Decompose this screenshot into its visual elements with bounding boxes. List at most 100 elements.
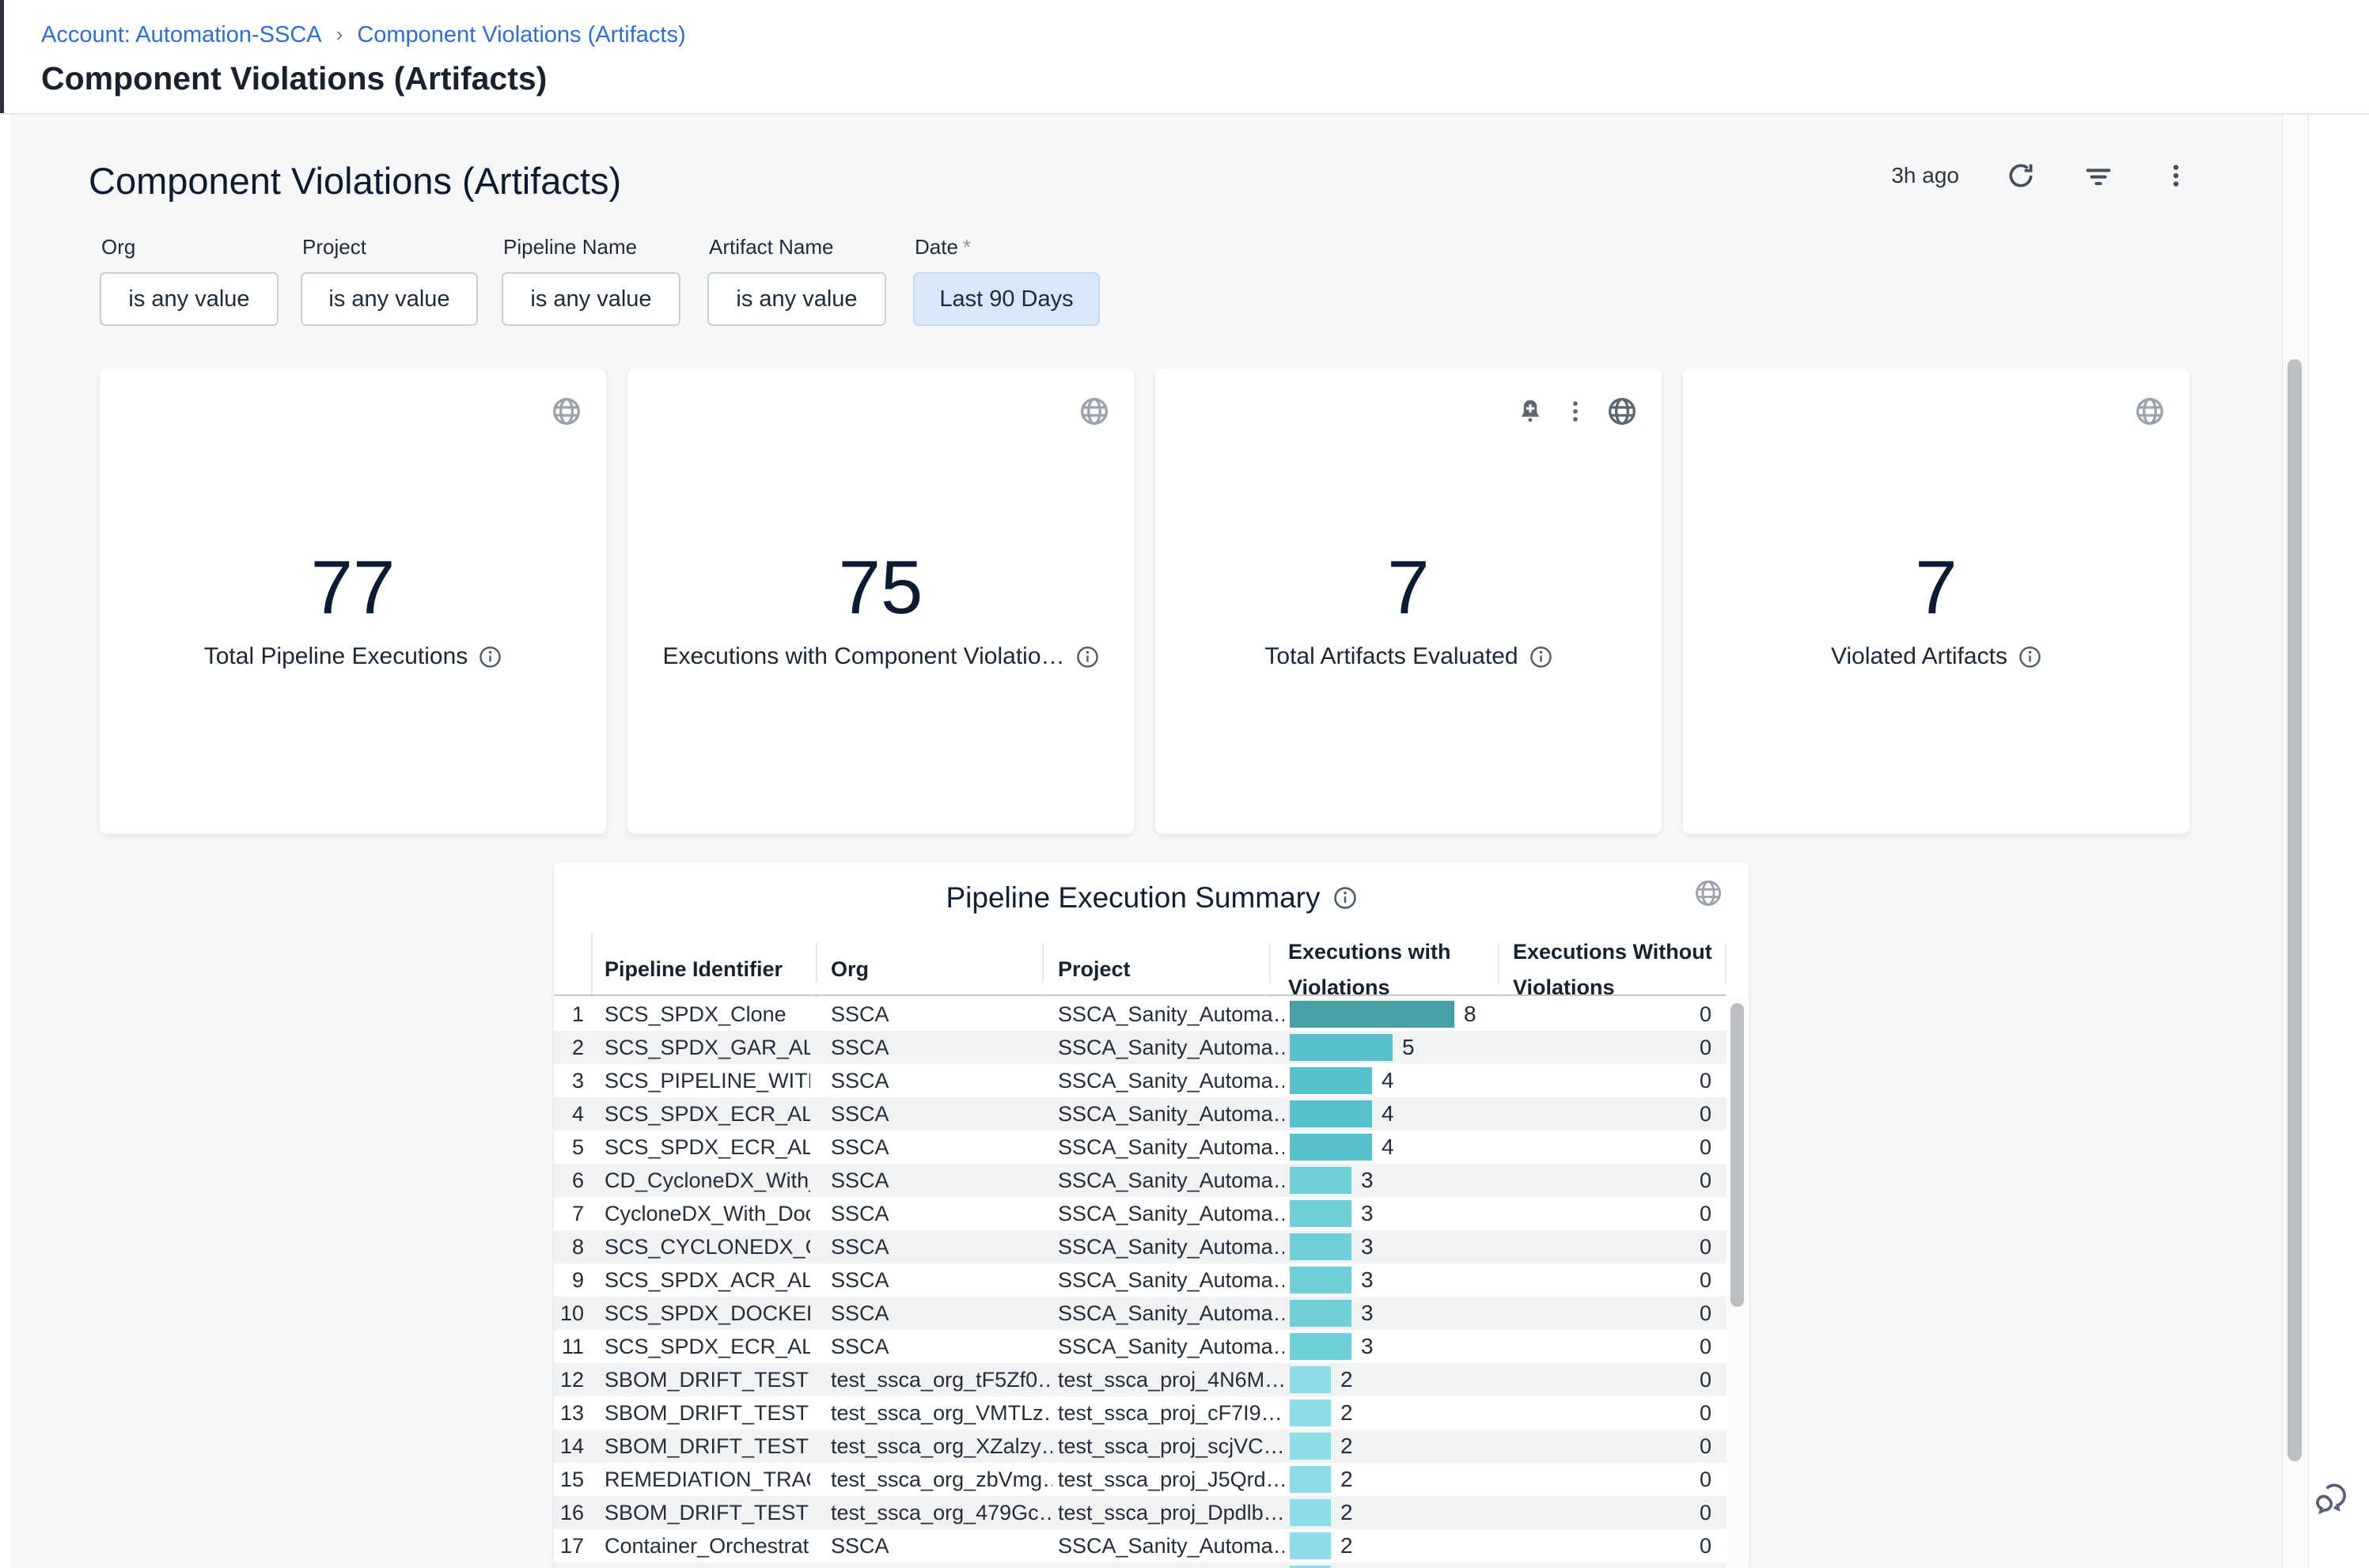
last-refreshed-label: 3h ago xyxy=(1891,163,1959,188)
table-row[interactable]: 1SCS_SPDX_CloneSSCASSCA_Sanity_Automa…08 xyxy=(554,998,1727,1031)
violations-bar[interactable] xyxy=(1290,1267,1351,1293)
globe-icon[interactable] xyxy=(1078,396,1110,427)
violations-bar[interactable] xyxy=(1290,1167,1351,1194)
cell-org: SSCA xyxy=(831,1297,1052,1330)
globe-icon[interactable] xyxy=(1693,878,1723,908)
table-row[interactable] xyxy=(554,1562,1727,1568)
table-row[interactable]: 10SCS_SPDX_DOCKER_…SSCASSCA_Sanity_Autom… xyxy=(554,1297,1727,1330)
violations-bar[interactable] xyxy=(1290,1433,1331,1460)
col-header-org[interactable]: Org xyxy=(831,952,869,987)
violations-value: 8 xyxy=(1464,998,1476,1031)
table-title: Pipeline Execution Summary xyxy=(946,881,1321,915)
table-row[interactable]: 14SBOM_DRIFT_TESTtest_ssca_org_XZalzy…te… xyxy=(554,1430,1727,1463)
refresh-icon[interactable] xyxy=(2005,160,2037,191)
cell-executions-without-violations: 0 xyxy=(1543,1297,1711,1330)
cell-org: SSCA xyxy=(831,1031,1052,1064)
col-header-pipeline-identifier[interactable]: Pipeline Identifier xyxy=(605,952,783,987)
filter-value-button[interactable]: Last 90 Days xyxy=(913,272,1100,326)
cell-pipeline-identifier: SCS_SPDX_DOCKER_… xyxy=(605,1297,810,1330)
dashboard-controls: 3h ago xyxy=(1891,157,2192,195)
table-row[interactable]: 8SCS_CYCLONEDX_GA…SSCASSCA_Sanity_Automa… xyxy=(554,1230,1727,1263)
filter-value-button[interactable]: is any value xyxy=(301,272,478,326)
info-icon[interactable] xyxy=(1076,646,1099,668)
filter-label: Date* xyxy=(915,235,1100,260)
metric-value: 7 xyxy=(1683,544,2189,631)
info-icon[interactable] xyxy=(479,646,502,668)
cell-pipeline-identifier: Container_Orchestrat… xyxy=(605,1529,810,1562)
row-number: 13 xyxy=(554,1396,584,1430)
cell-org: test_ssca_org_VMTLz… xyxy=(831,1396,1052,1430)
cell-org: SSCA xyxy=(831,998,1052,1031)
violations-value: 4 xyxy=(1382,1131,1394,1164)
filter-label: Artifact Name xyxy=(709,235,886,260)
violations-bar[interactable] xyxy=(1290,1333,1351,1360)
row-number: 5 xyxy=(554,1131,584,1164)
page-scrollbar-thumb[interactable] xyxy=(2288,359,2302,1461)
required-marker: * xyxy=(963,235,971,259)
filter-value-button[interactable]: is any value xyxy=(707,272,886,326)
cell-project: SSCA_Sanity_Automa… xyxy=(1058,1031,1284,1064)
cell-project: test_ssca_proj_J5Qrd… xyxy=(1058,1463,1284,1496)
header-bottom-border xyxy=(554,994,1727,996)
table-row[interactable]: 9SCS_SPDX_ACR_ALL…SSCASSCA_Sanity_Automa… xyxy=(554,1263,1727,1297)
info-icon[interactable] xyxy=(1529,646,1552,668)
bell-plus-icon[interactable] xyxy=(1516,397,1545,426)
kebab-icon[interactable] xyxy=(1562,398,1589,425)
cell-executions-without-violations: 0 xyxy=(1543,1230,1711,1263)
violations-bar[interactable] xyxy=(1290,1001,1454,1028)
violations-bar[interactable] xyxy=(1290,1067,1372,1094)
violations-bar[interactable] xyxy=(1290,1233,1351,1260)
row-number: 17 xyxy=(554,1529,584,1562)
table-row[interactable]: 13SBOM_DRIFT_TESTtest_ssca_org_VMTLz…tes… xyxy=(554,1396,1727,1430)
violations-bar[interactable] xyxy=(1290,1200,1351,1227)
table-row[interactable]: 7CycloneDX_With_Doc…SSCASSCA_Sanity_Auto… xyxy=(554,1197,1727,1230)
violations-bar[interactable] xyxy=(1290,1134,1372,1161)
metric-card-3: 7Total Artifacts Evaluated xyxy=(1155,369,1662,834)
filter-value-button[interactable]: is any value xyxy=(100,272,279,326)
table-row[interactable]: 17Container_Orchestrat…SSCASSCA_Sanity_A… xyxy=(554,1529,1727,1562)
table-row[interactable]: 11SCS_SPDX_ECR_ALL_…SSCASSCA_Sanity_Auto… xyxy=(554,1330,1727,1363)
metric-label: Total Pipeline Executions xyxy=(204,643,468,670)
cell-project: test_ssca_proj_4N6M… xyxy=(1058,1363,1284,1396)
table-row[interactable]: 16SBOM_DRIFT_TESTtest_ssca_org_479Gc…tes… xyxy=(554,1496,1727,1529)
violations-bar[interactable] xyxy=(1290,1499,1331,1526)
violations-bar[interactable] xyxy=(1290,1466,1331,1493)
kebab-menu-icon[interactable] xyxy=(2160,160,2192,191)
info-icon[interactable] xyxy=(2018,646,2041,668)
filter-project: Projectis any value xyxy=(301,235,478,326)
table-row[interactable]: 5SCS_SPDX_ECR_ALL_…SSCASSCA_Sanity_Autom… xyxy=(554,1131,1727,1164)
cell-org: SSCA xyxy=(831,1097,1052,1131)
violations-bar[interactable] xyxy=(1290,1532,1331,1559)
globe-icon[interactable] xyxy=(551,396,582,427)
info-icon[interactable] xyxy=(1333,886,1357,910)
table-row[interactable]: 6CD_CycloneDX_With_…SSCASSCA_Sanity_Auto… xyxy=(554,1164,1727,1197)
cell-org: test_ssca_org_tF5Zf0… xyxy=(831,1363,1052,1396)
table-row[interactable]: 4SCS_SPDX_ECR_ALL_…SSCASSCA_Sanity_Autom… xyxy=(554,1097,1727,1131)
filter-value-button[interactable]: is any value xyxy=(502,272,680,326)
column-divider xyxy=(1269,943,1271,983)
row-number: 12 xyxy=(554,1363,584,1396)
breadcrumb-page-link[interactable]: Component Violations (Artifacts) xyxy=(357,22,685,48)
cell-project: SSCA_Sanity_Automa… xyxy=(1058,1131,1284,1164)
violations-bar[interactable] xyxy=(1290,1100,1372,1127)
violations-bar[interactable] xyxy=(1290,1399,1331,1426)
violations-bar[interactable] xyxy=(1290,1034,1393,1061)
metric-label-row: Violated Artifacts xyxy=(1683,643,2189,670)
globe-icon[interactable] xyxy=(1606,396,1638,427)
table-row[interactable]: 15REMEDIATION_TRAC…test_ssca_org_zbVmg…t… xyxy=(554,1463,1727,1496)
breadcrumb-account-link[interactable]: Account: Automation-SSCA xyxy=(41,22,322,48)
cell-executions-without-violations: 0 xyxy=(1543,1263,1711,1297)
row-number: 15 xyxy=(554,1463,584,1496)
table-row[interactable]: 3SCS_PIPELINE_WITH…SSCASSCA_Sanity_Autom… xyxy=(554,1064,1727,1097)
table-row[interactable]: 12SBOM_DRIFT_TESTtest_ssca_org_tF5Zf0…te… xyxy=(554,1363,1727,1396)
globe-icon[interactable] xyxy=(2134,396,2166,427)
row-number: 16 xyxy=(554,1496,584,1529)
table-row[interactable]: 2SCS_SPDX_GAR_ALL…SSCASSCA_Sanity_Automa… xyxy=(554,1031,1727,1064)
filter-icon[interactable] xyxy=(2083,160,2114,191)
col-header-project[interactable]: Project xyxy=(1058,952,1131,987)
table-scrollbar-thumb[interactable] xyxy=(1730,1003,1744,1307)
violations-bar[interactable] xyxy=(1290,1300,1351,1327)
violations-bar[interactable] xyxy=(1290,1366,1331,1393)
chat-help-icon[interactable] xyxy=(2310,1478,2352,1519)
metric-card-1: 77Total Pipeline Executions xyxy=(100,369,606,834)
